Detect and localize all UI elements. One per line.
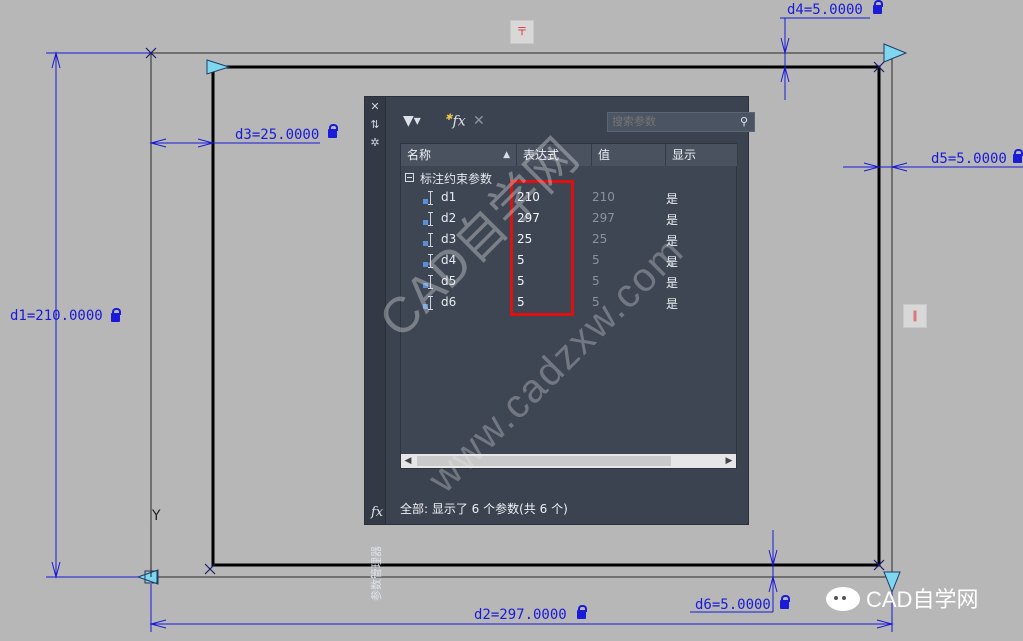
column-header-show[interactable]: 显示 [666, 144, 738, 166]
ucs-y-label: Y [152, 508, 161, 524]
search-box[interactable]: ⚲ [607, 112, 755, 132]
dimension-d5-label[interactable]: d5=5.0000 [931, 151, 1007, 167]
autohide-icon[interactable]: ⇅ [369, 119, 381, 131]
dimension-constraint-icon [423, 191, 439, 206]
lock-icon [1013, 149, 1023, 163]
lock-icon [577, 605, 587, 619]
status-text: 全部: 显示了 6 个参数(共 6 个) [400, 502, 568, 516]
lock-icon [111, 308, 121, 322]
brand-text: CAD自学网 [866, 587, 979, 612]
search-input[interactable] [612, 114, 728, 130]
dimension-d4-label[interactable]: d4=5.0000 [787, 2, 863, 18]
delete-icon[interactable]: ✕ [473, 113, 485, 129]
param-show[interactable]: 是 [666, 190, 678, 207]
collapse-icon[interactable] [405, 173, 414, 182]
scroll-right-icon[interactable]: ▶ [722, 454, 736, 468]
palette-title: 参数管理器 [370, 546, 383, 601]
properties-icon[interactable]: ✲ [369, 137, 381, 149]
horizontal-constraint-icon[interactable]: 〒 [510, 20, 534, 44]
param-value: 297 [592, 211, 615, 225]
lock-icon [328, 124, 338, 138]
dimension-d2-label[interactable]: d2=297.0000 [474, 607, 567, 623]
column-header-value[interactable]: 值 [592, 144, 666, 166]
column-name-label: 名称 [407, 148, 432, 162]
dimension-d1-label[interactable]: d1=210.0000 [10, 308, 103, 324]
wechat-icon [826, 587, 860, 611]
search-icon[interactable]: ⚲ [740, 115, 748, 128]
lock-icon [780, 595, 790, 609]
lock-icon [873, 0, 883, 14]
fx-icon: fx [371, 505, 384, 520]
filter-icon[interactable]: ▼▾ [403, 113, 421, 129]
param-name: d1 [441, 190, 457, 204]
new-parameter-icon[interactable]: ✱fx [445, 113, 466, 130]
scroll-left-icon[interactable]: ◀ [401, 454, 415, 468]
param-show[interactable]: 是 [666, 295, 678, 312]
dimension-d3-label[interactable]: d3=25.0000 [235, 127, 319, 143]
palette-toolbar: ▼▾ ✱fx ✕ ⚲ [385, 97, 755, 141]
param-value: 25 [592, 232, 608, 246]
param-show[interactable]: 是 [666, 211, 678, 228]
vertical-constraint-icon[interactable]: ∥ [903, 304, 927, 328]
param-value: 5 [592, 274, 600, 288]
close-icon[interactable]: ✕ [369, 101, 381, 113]
dimension-d6-label[interactable]: d6=5.0000 [695, 597, 771, 613]
param-value: 5 [592, 253, 600, 267]
brand-logo: CAD自学网 [826, 582, 978, 614]
param-value: 210 [592, 190, 615, 204]
